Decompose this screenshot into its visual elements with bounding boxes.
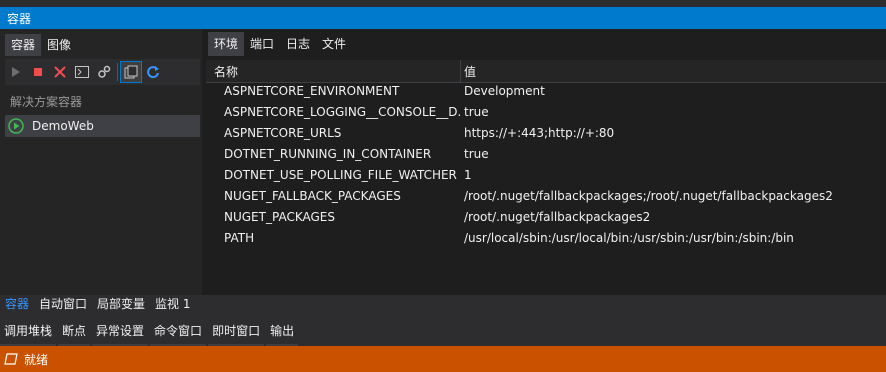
- tab-call-stack[interactable]: 调用堆栈: [0, 322, 57, 347]
- env-value: 1: [464, 168, 472, 182]
- column-header-value[interactable]: 值: [464, 63, 476, 80]
- left-tabs: 容器 图像: [5, 34, 77, 56]
- tab-watch-1[interactable]: 监视 1: [150, 295, 195, 314]
- env-name: ASPNETCORE_LOGGING__CONSOLE__D...: [224, 105, 460, 119]
- tab-images[interactable]: 图像: [41, 34, 77, 56]
- env-value: /root/.nuget/fallbackpackages2: [464, 210, 651, 224]
- table-row[interactable]: ASPNETCORE_ENVIRONMENT Development: [206, 81, 886, 102]
- env-value: https://+:443;http://+:80: [464, 126, 615, 140]
- stop-icon[interactable]: [27, 61, 49, 83]
- status-bar: 就绪: [0, 346, 886, 372]
- env-grid-header: 名称 值: [206, 60, 886, 83]
- running-status-icon: [8, 118, 24, 134]
- tab-locals[interactable]: 局部变量: [92, 295, 150, 314]
- env-name: ASPNETCORE_ENVIRONMENT: [224, 84, 400, 98]
- container-item-demoweb[interactable]: DemoWeb: [5, 115, 200, 137]
- env-value: /root/.nuget/fallbackpackages;/root/.nug…: [464, 189, 833, 203]
- tab-immediate-window[interactable]: 即时窗口: [208, 322, 265, 347]
- table-row[interactable]: ASPNETCORE_URLS https://+:443;http://+:80: [206, 123, 886, 144]
- tab-ports[interactable]: 端口: [244, 32, 280, 56]
- top-strip: [0, 0, 886, 7]
- env-name: PATH: [224, 231, 255, 245]
- table-row[interactable]: NUGET_FALLBACK_PACKAGES/root/.nuget/fall…: [206, 186, 886, 207]
- settings-icon[interactable]: [93, 61, 115, 83]
- play-icon[interactable]: [5, 61, 27, 83]
- table-row[interactable]: PATH/usr/local/sbin:/usr/local/bin:/usr/…: [206, 228, 886, 249]
- detail-tabs: 环境 端口 日志 文件: [208, 32, 352, 56]
- table-row[interactable]: NUGET_PACKAGES/root/.nuget/fallbackpacka…: [206, 207, 886, 228]
- debug-panel-tabs: 调用堆栈 断点 异常设置 命令窗口 即时窗口 输出: [0, 314, 886, 347]
- env-name: NUGET_PACKAGES: [224, 210, 335, 224]
- column-header-name[interactable]: 名称: [214, 63, 238, 80]
- env-value: true: [464, 147, 489, 161]
- terminal-icon[interactable]: [71, 61, 93, 83]
- tab-containers[interactable]: 容器: [5, 34, 42, 56]
- env-grid-rows: ASPNETCORE_ENVIRONMENT Development ASPNET…: [206, 81, 886, 249]
- table-row[interactable]: DOTNET_RUNNING_IN_CONTAINER true: [206, 144, 886, 165]
- table-row[interactable]: ASPNETCORE_LOGGING__CONSOLE__D... true: [206, 102, 886, 123]
- toolbar-separator: [117, 63, 118, 81]
- refresh-icon[interactable]: [142, 61, 164, 83]
- tool-window-title: 容器: [7, 12, 32, 26]
- column-divider[interactable]: [460, 60, 461, 82]
- env-value: /usr/local/sbin:/usr/local/bin:/usr/sbin…: [464, 231, 794, 245]
- delete-icon[interactable]: [49, 61, 71, 83]
- env-name: DOTNET_USE_POLLING_FILE_WATCHER: [224, 168, 457, 182]
- tab-logs[interactable]: 日志: [280, 32, 316, 56]
- env-name: NUGET_FALLBACK_PACKAGES: [224, 189, 401, 203]
- tool-window-tabs: 容器 自动窗口 局部变量 监视 1: [0, 295, 886, 314]
- copy-files-icon[interactable]: [120, 61, 142, 83]
- tab-environment[interactable]: 环境: [208, 32, 245, 56]
- env-name: ASPNETCORE_URLS: [224, 126, 342, 140]
- tab-command-window[interactable]: 命令窗口: [150, 322, 207, 347]
- env-name: DOTNET_RUNNING_IN_CONTAINER: [224, 147, 432, 161]
- tab-exception-settings[interactable]: 异常设置: [92, 322, 149, 347]
- tab-containers-window[interactable]: 容器: [0, 295, 34, 314]
- container-name: DemoWeb: [32, 119, 94, 133]
- env-value: Development: [464, 84, 545, 98]
- tab-autos[interactable]: 自动窗口: [34, 295, 92, 314]
- solution-containers-header: 解决方案容器: [10, 95, 83, 109]
- tab-breakpoints[interactable]: 断点: [58, 322, 91, 347]
- status-ready-icon: [4, 353, 18, 365]
- container-toolbar: [5, 59, 200, 85]
- tab-files[interactable]: 文件: [316, 32, 352, 56]
- env-value: true: [464, 105, 489, 119]
- status-text: 就绪: [24, 352, 49, 367]
- tool-window-title-bar: 容器: [0, 7, 886, 29]
- table-row[interactable]: DOTNET_USE_POLLING_FILE_WATCHER 1: [206, 165, 886, 186]
- tab-output[interactable]: 输出: [266, 322, 299, 347]
